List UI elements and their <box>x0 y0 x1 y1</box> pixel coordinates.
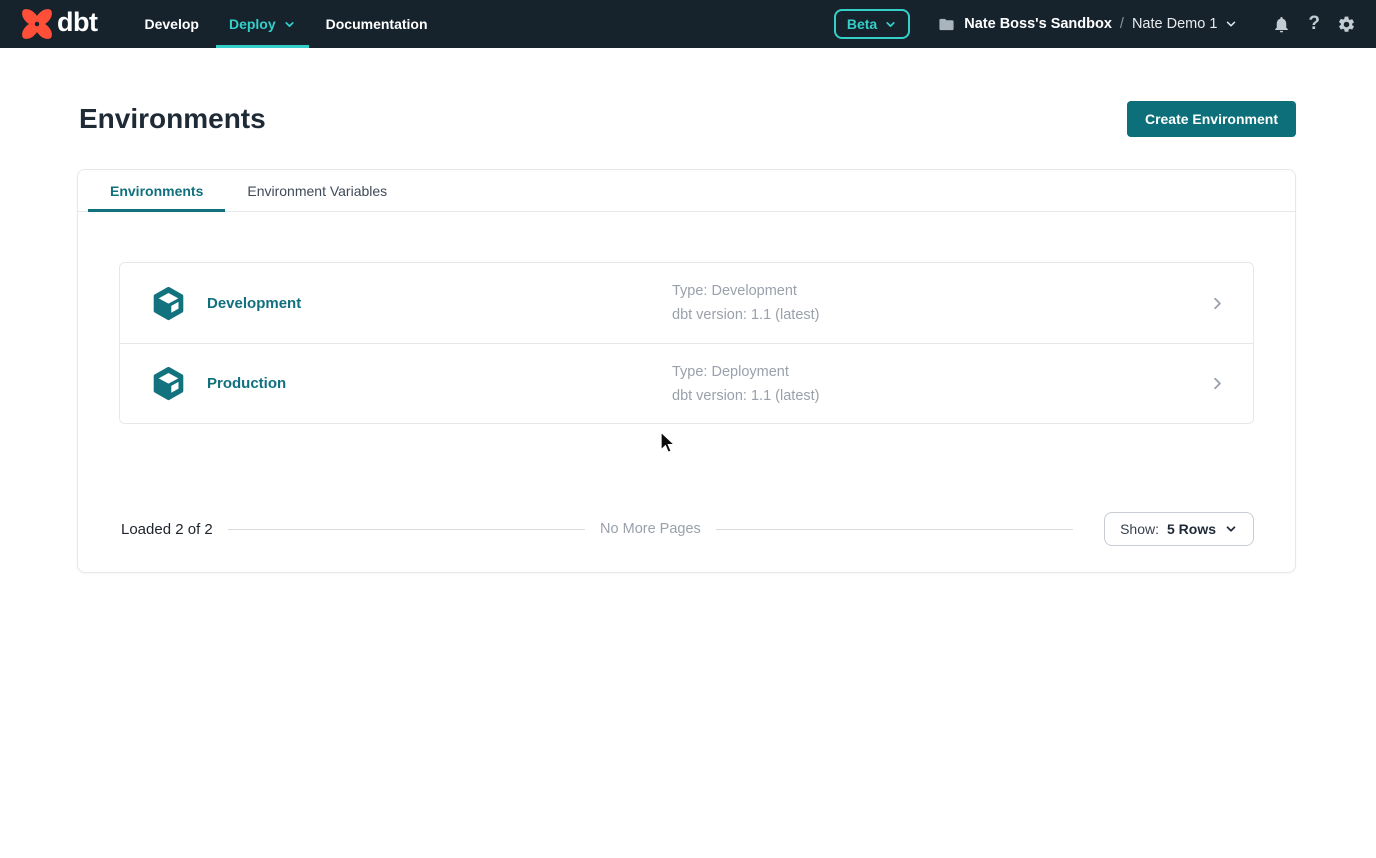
environment-row-left: Production <box>150 365 672 402</box>
tab-environment-variables[interactable]: Environment Variables <box>225 170 409 211</box>
environment-cube-icon <box>150 285 187 322</box>
environment-type: Type: Development <box>672 283 820 299</box>
pagination-bar: Loaded 2 of 2 No More Pages Show: 5 Rows <box>121 512 1254 546</box>
rows-per-page-dropdown[interactable]: Show: 5 Rows <box>1104 512 1254 546</box>
project-name: Nate Demo 1 <box>1132 16 1217 32</box>
create-environment-button[interactable]: Create Environment <box>1127 101 1296 137</box>
help-icon[interactable]: ? <box>1308 13 1320 35</box>
pagination-divider <box>228 529 585 530</box>
tab-environments[interactable]: Environments <box>88 170 225 211</box>
notifications-bell-icon[interactable] <box>1272 15 1291 34</box>
nav-item-documentation[interactable]: Documentation <box>311 0 443 48</box>
rows-per-page-value: 5 Rows <box>1167 521 1216 537</box>
chevron-down-icon <box>884 18 897 31</box>
chevron-down-icon <box>283 18 296 31</box>
tab-bar: Environments Environment Variables <box>78 170 1295 212</box>
account-project-switcher[interactable]: Nate Boss's Sandbox / Nate Demo 1 <box>938 16 1238 33</box>
nav-item-deploy[interactable]: Deploy <box>214 0 311 48</box>
beta-dropdown[interactable]: Beta <box>834 9 910 39</box>
environment-name-link[interactable]: Production <box>207 375 286 392</box>
show-label: Show: <box>1120 521 1159 537</box>
brand-name: dbt <box>57 7 97 38</box>
nav-item-label: Develop <box>144 16 198 32</box>
beta-label: Beta <box>847 16 877 32</box>
environment-details: Type: Deployment dbt version: 1.1 (lates… <box>672 364 820 404</box>
environment-row-left: Development <box>150 285 672 322</box>
primary-nav: Develop Deploy Documentation <box>129 0 442 48</box>
loaded-count: Loaded 2 of 2 <box>121 521 213 538</box>
nav-item-develop[interactable]: Develop <box>129 0 213 48</box>
chevron-right-icon[interactable] <box>1208 294 1227 313</box>
chevron-down-icon <box>1224 17 1238 31</box>
environment-details: Type: Development dbt version: 1.1 (late… <box>672 283 820 323</box>
nav-item-label: Documentation <box>326 16 428 32</box>
environment-dbt-version: dbt version: 1.1 (latest) <box>672 307 820 323</box>
chevron-down-icon <box>1224 522 1238 536</box>
pagination-divider <box>716 529 1073 530</box>
dbt-logo[interactable]: dbt <box>20 7 97 41</box>
nav-item-label: Deploy <box>229 16 276 32</box>
tab-label: Environments <box>110 183 203 199</box>
page-header: Environments Create Environment <box>79 101 1296 137</box>
environment-row-development[interactable]: Development Type: Development dbt versio… <box>120 263 1253 343</box>
no-more-pages-label: No More Pages <box>600 521 701 537</box>
environment-name-link[interactable]: Development <box>207 295 301 312</box>
navbar-right: Beta Nate Boss's Sandbox / Nate Demo 1 ? <box>834 9 1356 39</box>
dbt-logo-icon <box>20 7 54 41</box>
top-navbar: dbt Develop Deploy Documentation Beta Na… <box>0 0 1376 48</box>
environment-row-production[interactable]: Production Type: Deployment dbt version:… <box>120 343 1253 423</box>
account-name: Nate Boss's Sandbox <box>964 16 1112 32</box>
folder-icon <box>938 16 955 33</box>
chevron-right-icon[interactable] <box>1208 374 1227 393</box>
page-title: Environments <box>79 103 266 135</box>
breadcrumb-separator: / <box>1120 16 1124 32</box>
environment-list: Development Type: Development dbt versio… <box>119 262 1254 424</box>
environment-cube-icon <box>150 365 187 402</box>
navbar-icon-group: ? <box>1272 13 1356 35</box>
environment-type: Type: Deployment <box>672 364 820 380</box>
gear-icon[interactable] <box>1337 15 1356 34</box>
environment-dbt-version: dbt version: 1.1 (latest) <box>672 388 820 404</box>
environments-card: Environments Environment Variables Devel… <box>77 169 1296 573</box>
tab-label: Environment Variables <box>247 183 387 199</box>
